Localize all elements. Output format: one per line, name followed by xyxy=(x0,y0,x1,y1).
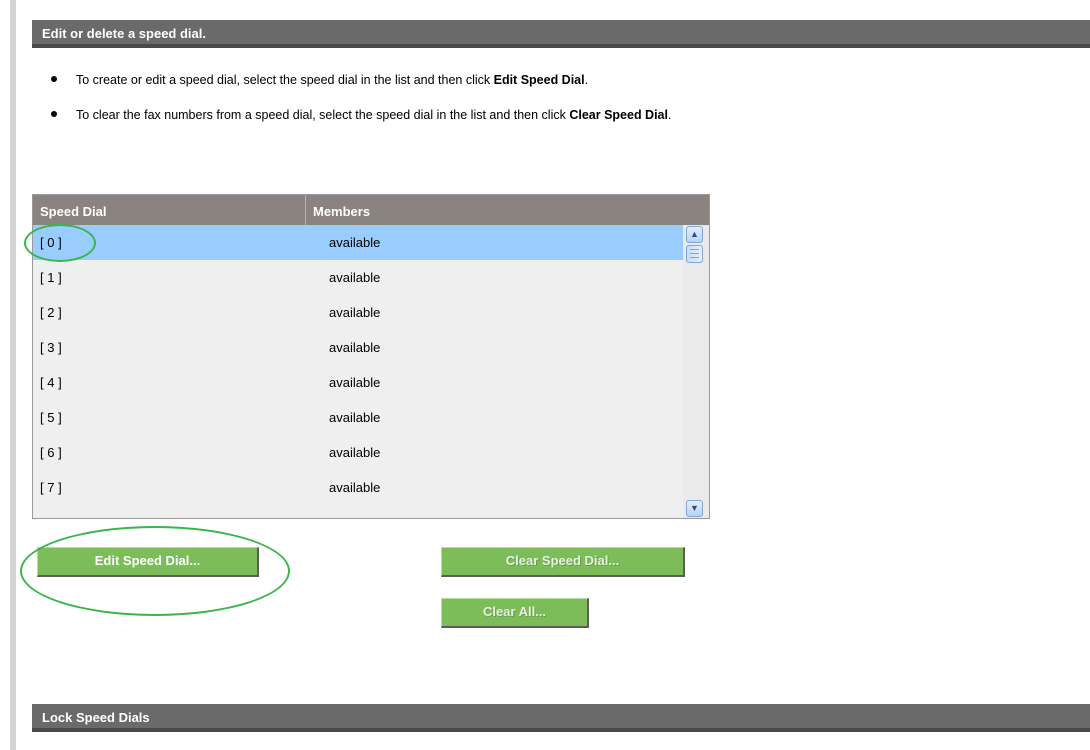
speed-dial-id: [ 5 ] xyxy=(40,410,62,425)
instruction-bold: Edit Speed Dial xyxy=(493,73,585,87)
scroll-down-icon[interactable]: ▼ xyxy=(686,500,703,517)
edit-speed-dial-button[interactable]: Edit Speed Dial... xyxy=(37,547,259,577)
edit-section-title: Edit or delete a speed dial. xyxy=(42,26,206,41)
speed-dial-members: available xyxy=(329,305,381,320)
table-row[interactable]: [ 4 ] available xyxy=(33,365,683,400)
instruction-item: To clear the fax numbers from a speed di… xyxy=(48,100,671,135)
speed-dial-members: available xyxy=(329,340,381,355)
scroll-up-icon[interactable]: ▲ xyxy=(686,226,703,243)
instruction-list: To create or edit a speed dial, select t… xyxy=(48,65,671,135)
speed-dial-members: available xyxy=(329,235,381,250)
instruction-text: To create or edit a speed dial, select t… xyxy=(76,73,494,87)
speed-dial-id: [ 2 ] xyxy=(40,305,62,320)
instruction-text: To clear the fax numbers from a speed di… xyxy=(76,108,570,122)
table-row[interactable]: [ 5 ] available xyxy=(33,400,683,435)
table-row[interactable]: [ 2 ] available xyxy=(33,295,683,330)
speed-dial-id: [ 0 ] xyxy=(40,235,62,250)
bullet-icon xyxy=(51,76,57,82)
table-row[interactable]: [ 3 ] available xyxy=(33,330,683,365)
speed-dial-members: available xyxy=(329,480,381,495)
table-row[interactable]: [ 0 ] available xyxy=(33,225,683,260)
bullet-icon xyxy=(51,111,57,117)
speed-dial-id: [ 6 ] xyxy=(40,445,62,460)
speed-dial-table: Speed Dial Members [ 0 ] available [ 1 ]… xyxy=(32,194,710,519)
instruction-item: To create or edit a speed dial, select t… xyxy=(48,65,671,100)
lock-section-header: Lock Speed Dials xyxy=(32,704,1090,732)
speed-dial-id: [ 4 ] xyxy=(40,375,62,390)
column-divider xyxy=(305,195,306,225)
column-header-members[interactable]: Members xyxy=(313,204,370,219)
table-row[interactable]: [ 1 ] available xyxy=(33,260,683,295)
column-header-speed-dial[interactable]: Speed Dial xyxy=(40,204,106,219)
instruction-end: . xyxy=(667,108,672,122)
speed-dial-id: [ 7 ] xyxy=(40,480,62,495)
speed-dial-id: [ 3 ] xyxy=(40,340,62,355)
lock-section-title: Lock Speed Dials xyxy=(42,710,150,725)
speed-dial-members: available xyxy=(329,410,381,425)
edit-section-header: Edit or delete a speed dial. xyxy=(32,20,1090,48)
table-header: Speed Dial Members xyxy=(33,195,709,225)
clear-all-button[interactable]: Clear All... xyxy=(441,598,589,628)
table-scrollbar[interactable]: ▲ ▼ xyxy=(683,225,709,518)
speed-dial-members: available xyxy=(329,270,381,285)
table-row[interactable]: [ 7 ] available xyxy=(33,470,683,505)
speed-dial-id: [ 1 ] xyxy=(40,270,62,285)
clear-speed-dial-button[interactable]: Clear Speed Dial... xyxy=(441,547,685,577)
scroll-thumb[interactable] xyxy=(686,245,703,263)
instruction-bold: Clear Speed Dial xyxy=(569,108,668,122)
instruction-end: . xyxy=(584,73,589,87)
table-row[interactable]: [ 6 ] available xyxy=(33,435,683,470)
speed-dial-members: available xyxy=(329,375,381,390)
left-border xyxy=(10,0,16,750)
speed-dial-members: available xyxy=(329,445,381,460)
